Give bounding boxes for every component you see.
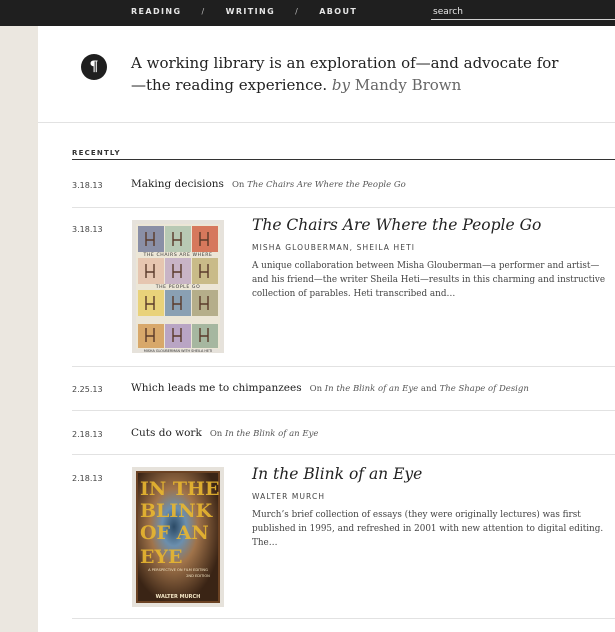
entry-title-link[interactable]: Making decisions xyxy=(131,178,224,190)
list-item-book: 2.18.13 IN THE BLINK OF AN EYE A PERSPEC… xyxy=(72,454,615,619)
svg-text:2ND EDITION: 2ND EDITION xyxy=(186,574,210,578)
hero: ¶ A working library is an exploration of… xyxy=(38,26,615,123)
svg-text:A PERSPECTIVE ON FILM EDITING: A PERSPECTIVE ON FILM EDITING xyxy=(148,568,208,572)
on-book-link[interactable]: The Chairs Are Where the People Go xyxy=(247,180,406,190)
book-title[interactable]: The Chairs Are Where the People Go xyxy=(252,216,541,234)
svg-text:MISHA GLOUBERMAN WITH SHEILA H: MISHA GLOUBERMAN WITH SHEILA HETI xyxy=(144,349,212,353)
list-item: 2.25.13 Which leads me to chimpanzees On … xyxy=(72,366,615,411)
book-cover[interactable]: THE CHAIRS ARE WHERE THE PEOPLE GO MISHA… xyxy=(132,220,224,353)
on-prefix: On xyxy=(309,384,323,394)
on-prefix: On xyxy=(231,180,245,190)
svg-text:THE CHAIRS ARE WHERE: THE CHAIRS ARE WHERE xyxy=(142,252,212,258)
entry-title: Making decisions On The Chairs Are Where … xyxy=(131,178,406,190)
on-book-link[interactable]: The Shape of Design xyxy=(440,384,529,394)
entry-title: Cuts do work On In the Blink of an Eye xyxy=(131,427,318,439)
svg-text:EYE: EYE xyxy=(140,546,183,568)
nav-reading[interactable]: READING xyxy=(131,7,182,16)
entry-title-link[interactable]: Cuts do work xyxy=(131,427,202,439)
nav-separator: / xyxy=(201,7,206,16)
entry-date: 3.18.13 xyxy=(72,225,103,234)
left-sidebar-strip xyxy=(0,26,38,632)
section-heading-recently: RECENTLY xyxy=(72,149,615,160)
list-item-book: 3.18.13 THE CHAIRS ARE WHERE THE PEOPLE … xyxy=(72,207,615,367)
on-join: and xyxy=(420,384,437,394)
main-nav: READING / WRITING / ABOUT xyxy=(131,7,357,16)
entry-date: 2.25.13 xyxy=(72,385,103,394)
svg-text:OF AN: OF AN xyxy=(140,522,209,544)
nav-writing[interactable]: WRITING xyxy=(226,7,275,16)
book-cover[interactable]: IN THE BLINK OF AN EYE A PERSPECTIVE ON … xyxy=(132,467,224,607)
book-description: A unique collaboration between Misha Glo… xyxy=(252,261,606,300)
on-book-link[interactable]: In the Blink of an Eye xyxy=(325,384,418,394)
entry-date: 3.18.13 xyxy=(72,181,103,190)
nav-about[interactable]: ABOUT xyxy=(319,7,357,16)
entry-on: On In the Blink of an Eye xyxy=(210,429,319,439)
svg-text:IN THE: IN THE xyxy=(140,478,219,500)
pilcrow-icon: ¶ xyxy=(81,54,107,80)
top-nav-bar: READING / WRITING / ABOUT xyxy=(0,0,615,26)
book-description: Murch’s brief collection of essays (they… xyxy=(252,510,604,549)
on-prefix: On xyxy=(209,429,223,439)
svg-text:WALTER MURCH: WALTER MURCH xyxy=(156,594,201,600)
book-author: WALTER MURCH xyxy=(252,492,326,501)
entry-title: Which leads me to chimpanzees On In the B… xyxy=(131,382,529,394)
blink-cover-art: IN THE BLINK OF AN EYE A PERSPECTIVE ON … xyxy=(136,471,220,603)
list-item: 3.18.13 Making decisions On The Chairs Ar… xyxy=(72,164,615,208)
entry-on: On The Chairs Are Where the People Go xyxy=(232,180,406,190)
entry-date: 2.18.13 xyxy=(72,474,103,483)
chairs-cover-art: THE CHAIRS ARE WHERE THE PEOPLE GO MISHA… xyxy=(136,224,220,353)
nav-separator: / xyxy=(295,7,300,16)
list-item: 2.18.13 Cuts do work On In the Blink of a… xyxy=(72,410,615,455)
book-author: MISHA GLOUBERMAN, SHEILA HETI xyxy=(252,243,416,252)
search-input[interactable] xyxy=(431,5,615,20)
entry-title-link[interactable]: Which leads me to chimpanzees xyxy=(131,382,302,394)
svg-text:THE PEOPLE GO: THE PEOPLE GO xyxy=(155,284,201,290)
book-title[interactable]: In the Blink of an Eye xyxy=(252,465,422,483)
entry-on: On In the Blink of an Eye and The Shape … xyxy=(310,384,529,394)
tagline-by: by xyxy=(331,76,350,94)
tagline-author[interactable]: Mandy Brown xyxy=(355,76,462,94)
on-book-link[interactable]: In the Blink of an Eye xyxy=(225,429,318,439)
site-tagline: A working library is an exploration of—a… xyxy=(131,52,571,96)
svg-text:BLINK: BLINK xyxy=(140,500,214,522)
entry-date: 2.18.13 xyxy=(72,430,103,439)
